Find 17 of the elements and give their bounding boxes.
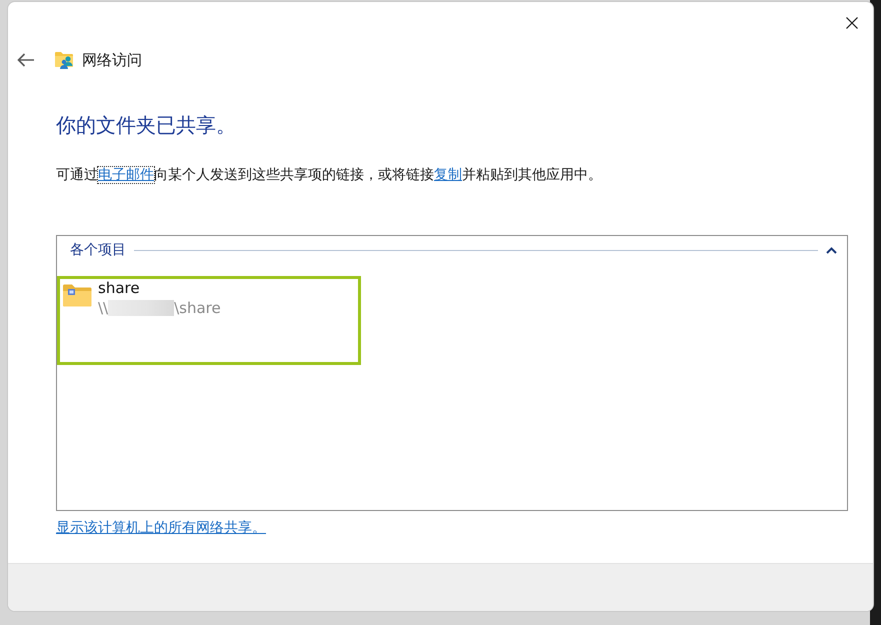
back-button[interactable] (17, 53, 35, 67)
group-title: 各个项目 (70, 241, 126, 260)
share-instructions: 可通过电子邮件向某个人发送到这些共享项的链接，或将链接复制并粘贴到其他应用中。 (56, 166, 603, 185)
folder-icon (63, 284, 92, 307)
inline-link[interactable]: 复制 (434, 167, 462, 183)
heading: 你的文件夹已共享。 (56, 112, 237, 138)
window-title: 网络访问 (82, 50, 142, 70)
back-arrow-icon (17, 53, 35, 67)
share-name: share (98, 279, 141, 297)
chevron-up-icon (826, 246, 837, 254)
close-icon (846, 17, 858, 29)
show-all-shares-link[interactable]: 显示该计算机上的所有网络共享。 (56, 520, 266, 536)
shared-folder-icon (55, 51, 74, 69)
share-path-end: \share (174, 298, 221, 318)
share-path-start: \\ (98, 298, 108, 318)
inline-link[interactable]: 电子邮件 (98, 167, 154, 183)
collapse-button[interactable] (826, 246, 837, 254)
